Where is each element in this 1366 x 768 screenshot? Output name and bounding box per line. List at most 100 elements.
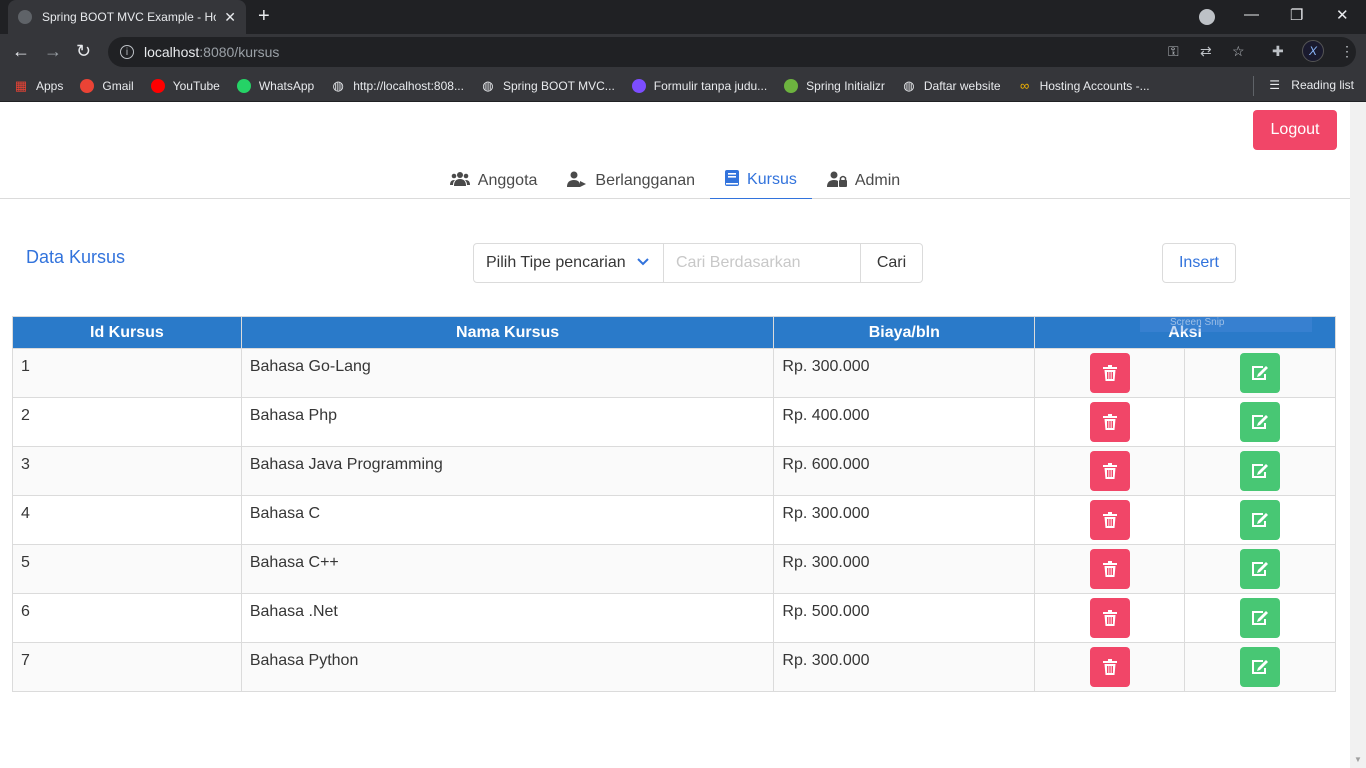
users-icon	[449, 171, 470, 191]
search-type-value: Pilih Tipe pencarian	[486, 254, 626, 271]
globe-icon: ◍	[332, 77, 344, 93]
page-title: Data Kursus	[26, 247, 126, 267]
bookmark-item[interactable]: Spring Initializr	[784, 78, 885, 93]
translate-icon[interactable]: ⇄	[1200, 43, 1212, 60]
tab-admin[interactable]: Admin	[812, 162, 915, 199]
tab-label: Kursus	[747, 171, 797, 188]
delete-button[interactable]	[1089, 402, 1130, 442]
reading-list-icon: ☰	[1269, 78, 1281, 92]
cell-biaya: Rp. 300.000	[773, 642, 1036, 692]
bookmark-item[interactable]: Formulir tanpa judu...	[631, 78, 768, 93]
menu-icon[interactable]: ⋮	[1340, 43, 1354, 60]
user-arrow-icon	[567, 171, 587, 191]
edit-button[interactable]	[1240, 353, 1281, 393]
tab-search-icon[interactable]	[1199, 9, 1215, 25]
logout-button[interactable]: Logout	[1253, 110, 1337, 150]
edit-icon	[1251, 463, 1269, 479]
globe-icon: ◍	[903, 77, 915, 93]
delete-button[interactable]	[1089, 647, 1130, 687]
bookmark-item[interactable]: YouTube	[150, 78, 220, 93]
table-row: 5 Bahasa C++ Rp. 300.000	[12, 544, 1336, 594]
scroll-down-icon[interactable]: ▼	[1354, 755, 1362, 764]
delete-button[interactable]	[1089, 451, 1130, 491]
header-id: Id Kursus	[12, 316, 242, 349]
edit-button[interactable]	[1240, 549, 1281, 589]
delete-button[interactable]	[1089, 500, 1130, 540]
cell-delete	[1034, 397, 1186, 447]
screen-snip-overlay: Screen Snip	[1140, 317, 1312, 332]
minimize-icon[interactable]: —	[1244, 6, 1259, 23]
reading-list-label: Reading list	[1291, 78, 1354, 92]
tab-title: Spring BOOT MVC Example - Hom	[42, 10, 217, 24]
tab-berlangganan[interactable]: Berlangganan	[552, 162, 710, 199]
bookmark-item[interactable]: ◍ http://localhost:808...	[331, 77, 464, 93]
reload-icon[interactable]: ↻	[76, 41, 91, 62]
search-input[interactable]	[664, 243, 861, 283]
bookmark-item[interactable]: Gmail	[80, 78, 134, 93]
back-icon[interactable]: ←	[12, 41, 30, 62]
chevron-down-icon	[637, 254, 649, 270]
browser-tabbar: Spring BOOT MVC Example - Hom ✕ + — ❐ ✕	[0, 0, 1366, 34]
insert-button[interactable]: Insert	[1162, 243, 1236, 283]
edit-button[interactable]	[1240, 500, 1281, 540]
tab-kursus[interactable]: Kursus	[710, 162, 812, 199]
site-info-icon[interactable]: i	[120, 45, 134, 59]
cell-delete	[1034, 495, 1186, 545]
extensions-icon[interactable]: ✚	[1272, 43, 1284, 60]
edit-button[interactable]	[1240, 647, 1281, 687]
close-tab-icon[interactable]: ✕	[224, 9, 236, 26]
user-lock-icon	[826, 171, 847, 191]
trash-icon	[1102, 659, 1117, 675]
cell-biaya: Rp. 500.000	[773, 593, 1036, 643]
bookmark-label: Formulir tanpa judu...	[653, 78, 768, 93]
cell-id: 6	[12, 593, 242, 643]
cell-edit	[1184, 593, 1336, 643]
edit-icon	[1251, 512, 1269, 528]
bookmark-label: Spring Initializr	[806, 78, 885, 93]
delete-button[interactable]	[1089, 598, 1130, 638]
bookmark-separator	[1253, 76, 1254, 96]
header-nama: Nama Kursus	[240, 316, 775, 349]
table-row: 4 Bahasa C Rp. 300.000	[12, 495, 1336, 545]
edit-button[interactable]	[1240, 402, 1281, 442]
delete-button[interactable]	[1089, 353, 1130, 393]
cell-nama: Bahasa Go-Lang	[240, 348, 775, 398]
cell-biaya: Rp. 300.000	[773, 348, 1036, 398]
whatsapp-icon	[236, 78, 251, 93]
globe-icon	[18, 10, 32, 24]
restore-icon[interactable]: ❐	[1290, 6, 1303, 24]
table-header-row: Id Kursus Nama Kursus Biaya/bln Aksi	[12, 316, 1336, 349]
cell-id: 3	[12, 446, 242, 496]
delete-button[interactable]	[1089, 549, 1130, 589]
search-type-select[interactable]: Pilih Tipe pencarian	[473, 243, 664, 283]
table-row: 7 Bahasa Python Rp. 300.000	[12, 642, 1336, 692]
new-tab-icon[interactable]: +	[258, 5, 270, 28]
star-icon[interactable]: ☆	[1232, 43, 1245, 60]
bookmark-item[interactable]: WhatsApp	[236, 78, 314, 93]
page-scrollbar[interactable]: ▼	[1350, 102, 1366, 768]
reading-list-button[interactable]: ☰ Reading list	[1269, 78, 1354, 92]
bookmark-item[interactable]: ◍ Spring BOOT MVC...	[481, 78, 614, 93]
browser-tab[interactable]: Spring BOOT MVC Example - Hom ✕	[8, 0, 246, 34]
cell-nama: Bahasa Java Programming	[240, 446, 775, 496]
edit-button[interactable]	[1240, 451, 1281, 491]
key-icon[interactable]: ⚿	[1168, 43, 1179, 60]
cell-delete	[1034, 642, 1186, 692]
cell-nama: Bahasa Php	[240, 397, 775, 447]
forward-icon[interactable]: →	[44, 41, 62, 62]
profile-avatar[interactable]: X	[1302, 40, 1324, 62]
edit-button[interactable]	[1240, 598, 1281, 638]
cell-nama: Bahasa C++	[240, 544, 775, 594]
bookmark-item[interactable]: ∞ Hosting Accounts -...	[1018, 78, 1150, 93]
url-host: localhost	[144, 44, 200, 60]
bookmark-label: Hosting Accounts -...	[1039, 78, 1150, 93]
search-button[interactable]: Cari	[861, 243, 923, 283]
bookmark-item[interactable]: ◍ Daftar website	[902, 77, 1000, 93]
bookmark-item[interactable]: ▦ Apps	[14, 78, 64, 93]
tab-anggota[interactable]: Anggota	[435, 162, 553, 199]
table-row: 2 Bahasa Php Rp. 400.000	[12, 397, 1336, 447]
edit-icon	[1251, 414, 1269, 430]
table-row: 1 Bahasa Go-Lang Rp. 300.000	[12, 348, 1336, 398]
header-biaya: Biaya/bln	[773, 316, 1036, 349]
window-close-icon[interactable]: ✕	[1336, 6, 1349, 24]
